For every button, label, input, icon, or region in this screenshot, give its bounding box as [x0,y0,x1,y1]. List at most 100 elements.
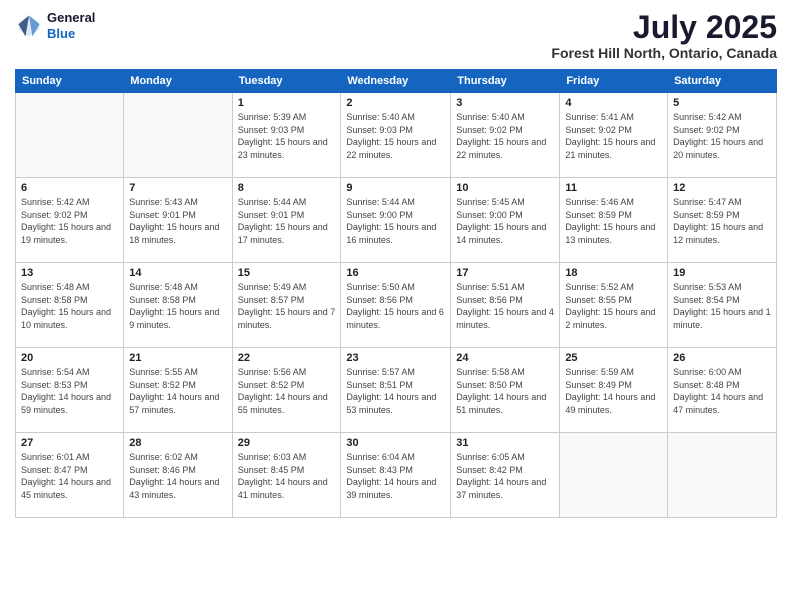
col-sunday: Sunday [16,70,124,93]
day-cell: 15Sunrise: 5:49 AM Sunset: 8:57 PM Dayli… [232,263,341,348]
day-cell: 26 Sunrise: 6:00 AM Sunset: 8:48 PM Dayli… [668,348,777,433]
day-cell: 10 Sunrise: 5:45 AM Sunset: 9:00 PM Dayli… [451,178,560,263]
weekday-header-row: Sunday Monday Tuesday Wednesday Thursday… [16,70,777,93]
day-info: Sunrise: 5:48 AM Sunset: 8:58 PM Dayligh… [21,281,118,331]
day-number: 1 [238,97,336,109]
day-number: 6 [21,182,118,194]
day-cell: 13 Sunrise: 5:48 AM Sunset: 8:58 PM Dayli… [16,263,124,348]
day-number: 24 [456,352,554,364]
calendar: Sunday Monday Tuesday Wednesday Thursday… [15,69,777,518]
week-row-0: 1 Sunrise: 5:39 AM Sunset: 9:03 PM Daylig… [16,93,777,178]
day-cell: 11 Sunrise: 5:46 AM Sunset: 8:59 PM Dayli… [560,178,668,263]
day-info: Sunrise: 5:55 AM Sunset: 8:52 PM Dayligh… [129,366,226,416]
day-number: 13 [21,267,118,279]
day-number: 25 [565,352,662,364]
day-cell: 14 Sunrise: 5:48 AM Sunset: 8:58 PM Dayli… [124,263,232,348]
day-number: 5 [673,97,771,109]
day-number: 20 [21,352,118,364]
day-cell: 5 Sunrise: 5:42 AM Sunset: 9:02 PM Daylig… [668,93,777,178]
col-wednesday: Wednesday [341,70,451,93]
logo: General Blue [15,10,95,41]
day-info: Sunrise: 5:46 AM Sunset: 8:59 PM Dayligh… [565,196,662,246]
day-cell: 16 Sunrise: 5:50 AM Sunset: 8:56 PM Dayli… [341,263,451,348]
day-number: 30 [346,437,445,449]
day-info: Sunrise: 5:42 AM Sunset: 9:02 PM Dayligh… [673,111,771,161]
day-info: Sunrise: 5:58 AM Sunset: 8:50 PM Dayligh… [456,366,554,416]
day-info: Sunrise: 6:02 AM Sunset: 8:46 PM Dayligh… [129,451,226,501]
col-saturday: Saturday [668,70,777,93]
subtitle: Forest Hill North, Ontario, Canada [551,45,777,61]
day-number: 3 [456,97,554,109]
day-number: 22 [238,352,336,364]
day-number: 14 [129,267,226,279]
day-number: 8 [238,182,336,194]
day-info: Sunrise: 5:44 AM Sunset: 9:01 PM Dayligh… [238,196,336,246]
day-cell: 3Sunrise: 5:40 AM Sunset: 9:02 PM Daylig… [451,93,560,178]
day-cell: 1 Sunrise: 5:39 AM Sunset: 9:03 PM Daylig… [232,93,341,178]
col-friday: Friday [560,70,668,93]
day-info: Sunrise: 5:49 AM Sunset: 8:57 PM Dayligh… [238,281,336,331]
day-number: 29 [238,437,336,449]
day-number: 10 [456,182,554,194]
day-number: 16 [346,267,445,279]
day-info: Sunrise: 5:54 AM Sunset: 8:53 PM Dayligh… [21,366,118,416]
day-info: Sunrise: 5:44 AM Sunset: 9:00 PM Dayligh… [346,196,445,246]
day-info: Sunrise: 5:42 AM Sunset: 9:02 PM Dayligh… [21,196,118,246]
day-number: 19 [673,267,771,279]
day-number: 4 [565,97,662,109]
day-cell: 25Sunrise: 5:59 AM Sunset: 8:49 PM Dayli… [560,348,668,433]
day-cell [124,93,232,178]
day-cell [560,433,668,518]
day-number: 11 [565,182,662,194]
week-row-3: 20 Sunrise: 5:54 AM Sunset: 8:53 PM Dayli… [16,348,777,433]
day-cell: 27 Sunrise: 6:01 AM Sunset: 8:47 PM Dayli… [16,433,124,518]
header: General Blue July 2025 Forest Hill North… [15,10,777,61]
day-cell: 6 Sunrise: 5:42 AM Sunset: 9:02 PM Daylig… [16,178,124,263]
day-cell: 22Sunrise: 5:56 AM Sunset: 8:52 PM Dayli… [232,348,341,433]
day-number: 12 [673,182,771,194]
day-info: Sunrise: 6:03 AM Sunset: 8:45 PM Dayligh… [238,451,336,501]
day-number: 9 [346,182,445,194]
title-block: July 2025 Forest Hill North, Ontario, Ca… [551,10,777,61]
day-info: Sunrise: 5:50 AM Sunset: 8:56 PM Dayligh… [346,281,445,331]
day-number: 27 [21,437,118,449]
page: General Blue July 2025 Forest Hill North… [0,0,792,612]
col-thursday: Thursday [451,70,560,93]
day-info: Sunrise: 6:01 AM Sunset: 8:47 PM Dayligh… [21,451,118,501]
day-info: Sunrise: 5:39 AM Sunset: 9:03 PM Dayligh… [238,111,336,161]
day-info: Sunrise: 5:41 AM Sunset: 9:02 PM Dayligh… [565,111,662,161]
day-cell: 9 Sunrise: 5:44 AM Sunset: 9:00 PM Daylig… [341,178,451,263]
day-number: 23 [346,352,445,364]
day-info: Sunrise: 5:45 AM Sunset: 9:00 PM Dayligh… [456,196,554,246]
main-title: July 2025 [551,10,777,45]
day-info: Sunrise: 6:05 AM Sunset: 8:42 PM Dayligh… [456,451,554,501]
day-number: 18 [565,267,662,279]
day-cell: 31 Sunrise: 6:05 AM Sunset: 8:42 PM Dayli… [451,433,560,518]
day-info: Sunrise: 5:48 AM Sunset: 8:58 PM Dayligh… [129,281,226,331]
day-number: 2 [346,97,445,109]
day-cell: 21 Sunrise: 5:55 AM Sunset: 8:52 PM Dayli… [124,348,232,433]
day-info: Sunrise: 5:53 AM Sunset: 8:54 PM Dayligh… [673,281,771,331]
day-cell: 2 Sunrise: 5:40 AM Sunset: 9:03 PM Daylig… [341,93,451,178]
day-number: 28 [129,437,226,449]
day-number: 7 [129,182,226,194]
col-monday: Monday [124,70,232,93]
day-info: Sunrise: 5:40 AM Sunset: 9:03 PM Dayligh… [346,111,445,161]
day-info: Sunrise: 5:57 AM Sunset: 8:51 PM Dayligh… [346,366,445,416]
day-number: 17 [456,267,554,279]
day-cell: 20 Sunrise: 5:54 AM Sunset: 8:53 PM Dayli… [16,348,124,433]
day-cell: 4 Sunrise: 5:41 AM Sunset: 9:02 PM Daylig… [560,93,668,178]
day-cell: 28 Sunrise: 6:02 AM Sunset: 8:46 PM Dayli… [124,433,232,518]
day-cell: 30 Sunrise: 6:04 AM Sunset: 8:43 PM Dayli… [341,433,451,518]
day-cell [668,433,777,518]
col-tuesday: Tuesday [232,70,341,93]
day-info: Sunrise: 6:04 AM Sunset: 8:43 PM Dayligh… [346,451,445,501]
day-number: 31 [456,437,554,449]
day-info: Sunrise: 5:51 AM Sunset: 8:56 PM Dayligh… [456,281,554,331]
day-cell: 29 Sunrise: 6:03 AM Sunset: 8:45 PM Dayli… [232,433,341,518]
day-number: 26 [673,352,771,364]
day-number: 21 [129,352,226,364]
day-cell: 12Sunrise: 5:47 AM Sunset: 8:59 PM Dayli… [668,178,777,263]
day-info: Sunrise: 6:00 AM Sunset: 8:48 PM Dayligh… [673,366,771,416]
logo-icon [15,12,43,40]
